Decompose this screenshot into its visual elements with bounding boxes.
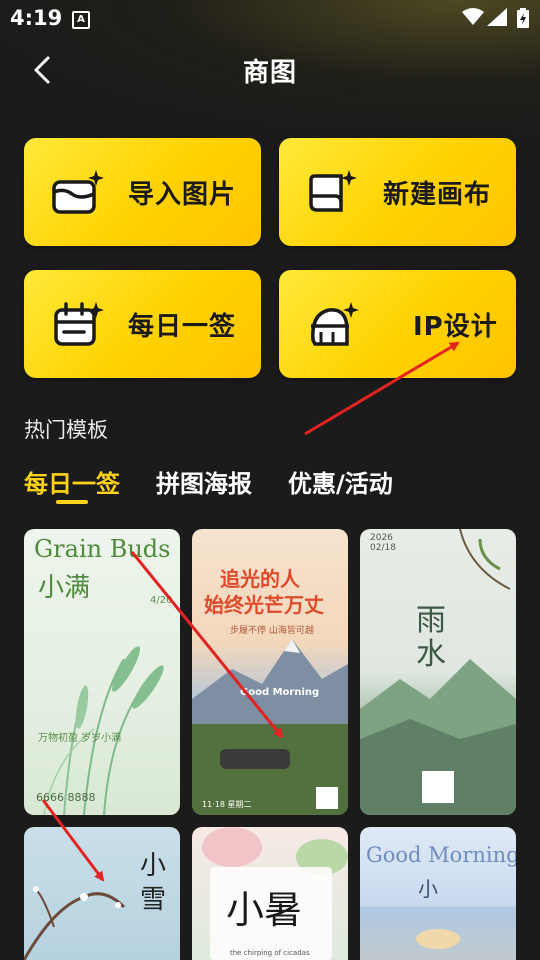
- status-time: 4:19: [10, 6, 63, 30]
- import-image-label: 导入图片: [128, 180, 237, 210]
- template-date: 02/18: [370, 543, 396, 553]
- daily-sign-icon: [54, 302, 104, 346]
- template-greeting: Good Morning: [240, 687, 320, 698]
- ip-design-icon: [311, 302, 359, 346]
- daily-sign-button[interactable]: 每日一签: [24, 270, 261, 378]
- template-lines: 万物初盈 岁岁小满: [38, 733, 122, 744]
- import-image-button[interactable]: 导入图片: [24, 138, 261, 246]
- template-year: 2026: [370, 533, 393, 543]
- template-title-cn: 小满: [38, 573, 91, 603]
- template-title-en: Grain Buds: [34, 535, 171, 563]
- template-title-cn: 追光的人: [220, 567, 300, 591]
- template-card-grain-buds[interactable]: Grain Buds 小满 4/20 万物初盈 岁岁小满 6666 8888: [24, 529, 180, 815]
- new-canvas-button[interactable]: 新建画布: [279, 138, 516, 246]
- status-bar: 4:19 A: [0, 0, 540, 36]
- template-card-good-morning[interactable]: Good Morning 小: [360, 827, 516, 960]
- template-title-cn: 小: [140, 851, 167, 881]
- template-date: 4/20: [150, 595, 173, 606]
- template-title-cn2: 水: [416, 637, 446, 672]
- template-date: 11·18 星期二: [202, 800, 252, 809]
- ip-design-label: IP设计: [413, 312, 498, 342]
- tab-underline: [56, 500, 88, 504]
- template-title-cn2: 雪: [140, 885, 167, 915]
- import-image-icon: [52, 170, 104, 214]
- template-title-cn: 小暑: [226, 888, 303, 932]
- new-canvas-label: 新建画布: [383, 180, 492, 210]
- template-title-cn: 小: [418, 877, 438, 901]
- battery-charging-icon: [517, 8, 529, 28]
- daily-sign-label: 每日一签: [128, 312, 237, 342]
- tab-collage-poster[interactable]: 拼图海报: [156, 464, 252, 499]
- template-card-light-snow[interactable]: 小 雪: [24, 827, 180, 960]
- ip-design-button[interactable]: IP设计: [279, 270, 516, 378]
- section-title: 热门模板: [24, 418, 108, 442]
- template-subtitle: 步履不停 山海皆可越: [230, 626, 314, 636]
- tab-promotion-event[interactable]: 优惠/活动: [288, 464, 393, 499]
- wifi-icon: [462, 8, 484, 25]
- signal-icon: [487, 8, 507, 26]
- new-canvas-icon: [309, 170, 357, 212]
- template-card-minor-heat[interactable]: 小暑 the chirping of cicadas: [192, 827, 348, 960]
- page-title: 商图: [242, 58, 297, 88]
- template-tagline: the chirping of cicadas: [230, 949, 310, 957]
- notification-icon: A: [72, 11, 90, 29]
- template-title-cn2: 始终光芒万丈: [204, 593, 324, 617]
- template-card-chase-light[interactable]: 追光的人 始终光芒万丈 步履不停 山海皆可越 Good Morning 11·1…: [192, 529, 348, 815]
- template-title-en: Good Morning: [366, 843, 516, 867]
- tab-daily-sign[interactable]: 每日一签: [24, 464, 120, 499]
- header: 商图: [0, 42, 540, 98]
- template-footer: 6666 8888: [36, 791, 96, 804]
- template-card-rain-water[interactable]: 2026 02/18 雨 水: [360, 529, 516, 815]
